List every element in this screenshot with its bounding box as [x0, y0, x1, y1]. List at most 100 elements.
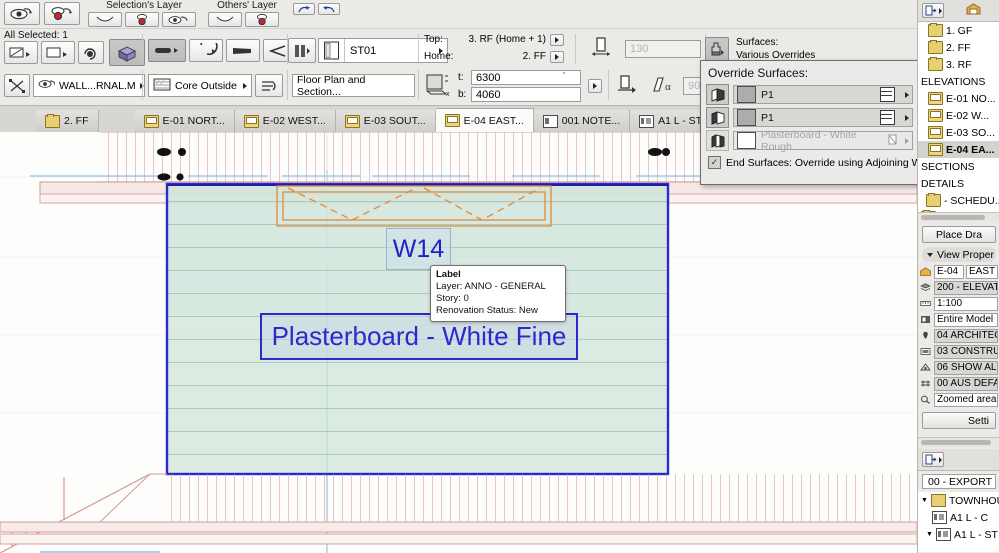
layout-book-icon[interactable]	[922, 452, 944, 467]
navigator-hscrollbar[interactable]	[918, 212, 999, 222]
vp-row-mvo[interactable]: 06 SHOW ALL	[920, 360, 998, 375]
home-dropdown-button[interactable]	[550, 50, 564, 63]
trapezoid-wall-icon[interactable]	[226, 39, 260, 62]
wall-tag-label[interactable]: W14	[386, 228, 451, 270]
project-map-icon[interactable]	[922, 3, 944, 18]
vp-model-field[interactable]: 03 CONSTRUC	[934, 344, 998, 359]
reference-line-icon[interactable]	[255, 74, 283, 97]
vp-row-layer[interactable]: 200 - ELEVATIO	[920, 280, 998, 295]
tab-2-ff[interactable]: 2. FF	[36, 110, 99, 132]
curved-wall-icon[interactable]	[189, 39, 223, 62]
nav-item-e-01[interactable]: E-01 NO...	[918, 90, 999, 107]
nav-item-e-03[interactable]: E-03 SO...	[918, 124, 999, 141]
nav-item-sections[interactable]: SECTIONS	[918, 158, 999, 175]
tab-e-01-north[interactable]: E-01 NORT...	[134, 110, 235, 132]
layout-item-a1-l-c[interactable]: A1 L - C	[918, 509, 999, 526]
quick-layer-lock-icon[interactable]	[44, 2, 80, 25]
vp-name-field[interactable]: EAST	[966, 264, 998, 279]
nav-item-2-ff[interactable]: 2. FF	[918, 39, 999, 56]
selection-layer-hide-icon[interactable]	[88, 12, 122, 27]
vp-row-zoom[interactable]: Zoomed area	[920, 392, 998, 407]
chevron-down-icon[interactable]: ▼	[921, 497, 928, 504]
nav-item-3-rf[interactable]: 3. RF	[918, 56, 999, 73]
fill-chevron-icon[interactable]	[243, 82, 247, 89]
layout-book-tree[interactable]: ▼ TOWNHOU A1 L - C ▼ A1 L - ST	[918, 492, 999, 552]
nav-item-schedules[interactable]: - SCHEDU...	[918, 192, 999, 209]
nav-item-e-04[interactable]: E-04 EA...	[918, 141, 999, 158]
surface-swatch[interactable]	[737, 109, 756, 126]
thickness-field[interactable]: 130	[625, 40, 701, 58]
override-field-inner[interactable]: P1	[733, 108, 913, 127]
chevron-right-icon[interactable]	[905, 91, 909, 98]
rectangle-select-icon[interactable]	[41, 41, 75, 64]
display-mode-selector[interactable]: Floor Plan and Section...	[292, 74, 415, 98]
vp-row-pen[interactable]: 04 ARCHITECT	[920, 328, 998, 343]
chevron-down-icon[interactable]: ▼	[926, 531, 933, 538]
inner-face-icon[interactable]	[706, 107, 729, 128]
vp-row-story[interactable]: Entire Model	[920, 312, 998, 327]
selection-layer-show-icon[interactable]	[162, 12, 196, 27]
tab-e-04-east[interactable]: E-04 EAST...	[435, 108, 534, 132]
fill-selector[interactable]: Core Outside	[148, 74, 252, 97]
layer-selector[interactable]: WALL...RNAL.M	[33, 74, 145, 97]
vp-pen-field[interactable]: 04 ARCHITECT	[934, 328, 998, 343]
stack-icon[interactable]	[880, 110, 895, 125]
vp-zoom-field[interactable]: Zoomed area	[934, 392, 998, 407]
vp-layer-field[interactable]: 200 - ELEVATIO	[934, 280, 998, 295]
view-properties-hscrollbar[interactable]	[918, 437, 999, 447]
tab-e-02-west[interactable]: E-02 WEST...	[234, 110, 336, 132]
vp-row-id[interactable]: E-04 EAST	[920, 264, 998, 279]
top-dropdown-button[interactable]	[550, 33, 564, 46]
vp-scale-field[interactable]: 1:100	[934, 296, 998, 311]
outer-face-icon[interactable]	[706, 84, 729, 105]
projection-icon[interactable]: x	[424, 72, 454, 101]
vp-story-field[interactable]: Entire Model	[934, 312, 998, 327]
vp-id-field[interactable]: E-04	[934, 264, 964, 279]
layout-book-title[interactable]: 00 - EXPORT	[922, 474, 996, 489]
override-field-edge[interactable]: Plasterboard - White Rough	[733, 129, 913, 153]
undo-arrow-icon[interactable]	[318, 3, 341, 15]
pick-icon[interactable]	[888, 134, 898, 148]
b-field[interactable]: 4060	[471, 87, 581, 102]
vp-mvo-field[interactable]: 06 SHOW ALL	[934, 360, 998, 375]
view-properties-header[interactable]: View Proper	[922, 247, 996, 262]
redo-arrow-icon[interactable]	[293, 3, 315, 15]
view-settings-button[interactable]: Setti	[922, 412, 996, 429]
wall-type-icon[interactable]	[288, 38, 316, 63]
stack-icon[interactable]	[880, 87, 895, 102]
override-field-outer[interactable]: P1	[733, 85, 913, 104]
paint-bucket-icon[interactable]	[705, 37, 729, 61]
pet-palette-icon[interactable]	[4, 41, 38, 64]
nav-item-1-gf[interactable]: 1. GF	[918, 22, 999, 39]
3d-solid-icon[interactable]	[109, 39, 145, 66]
house-icon[interactable]	[966, 3, 981, 18]
chevron-right-icon[interactable]	[905, 114, 909, 121]
nav-item-e-02[interactable]: E-02 W...	[918, 107, 999, 124]
vp-dimension-field[interactable]: 00 AUS DEFAU	[934, 376, 998, 391]
place-drawing-button[interactable]: Place Dra	[922, 226, 996, 243]
chevron-down-icon[interactable]	[927, 252, 933, 257]
nav-item-elevations[interactable]: ELEVATIONS	[918, 73, 999, 90]
vp-row-dimension[interactable]: 00 AUS DEFAU	[920, 376, 998, 391]
edge-face-icon[interactable]	[706, 130, 729, 151]
chevron-right-icon[interactable]	[905, 137, 909, 144]
vp-row-scale[interactable]: 1:100	[920, 296, 998, 311]
quick-layer-show-icon[interactable]	[4, 2, 40, 25]
vp-row-model[interactable]: 03 CONSTRUC	[920, 344, 998, 359]
layout-item-a1-l-st[interactable]: ▼ A1 L - ST	[918, 526, 999, 543]
marquee-icon[interactable]	[4, 74, 30, 97]
navigator-tree[interactable]: 1. GF 2. FF 3. RF ELEVATIONS E-01 NO... …	[918, 22, 999, 212]
others-layer-hide-icon[interactable]	[208, 12, 242, 27]
rotate-icon[interactable]	[78, 41, 104, 64]
nav-item-details[interactable]: DETAILS	[918, 175, 999, 192]
end-surfaces-checkbox[interactable]: ✓	[708, 156, 721, 169]
others-layer-lock-icon[interactable]	[245, 12, 279, 27]
surface-swatch[interactable]	[737, 132, 756, 149]
surface-swatch[interactable]	[737, 86, 756, 103]
layout-item-townhouse[interactable]: ▼ TOWNHOU	[918, 492, 999, 509]
tab-001-note[interactable]: 001 NOTE...	[533, 110, 631, 132]
tab-e-03-south[interactable]: E-03 SOUT...	[335, 110, 436, 132]
straight-wall-icon[interactable]	[148, 39, 186, 62]
level-dropdown-button[interactable]	[588, 79, 602, 93]
selection-layer-lock-icon[interactable]	[125, 12, 159, 27]
